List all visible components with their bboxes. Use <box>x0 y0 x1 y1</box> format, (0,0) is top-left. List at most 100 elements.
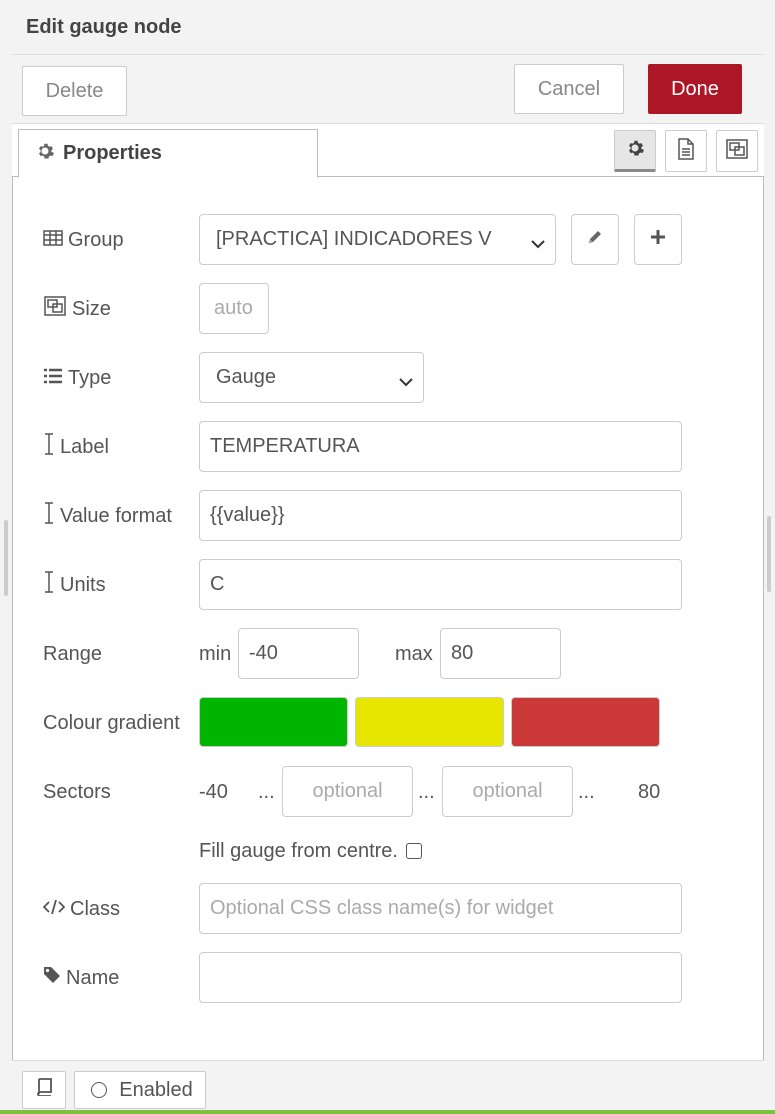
value-format-input-value: {{value}} <box>210 504 285 526</box>
object-group-icon <box>43 295 72 323</box>
group-label: Group <box>43 214 124 266</box>
type-select-value: Gauge <box>216 366 277 388</box>
colour-swatch-low[interactable] <box>199 697 348 747</box>
class-label: Class <box>42 883 121 935</box>
type-label-text: Type <box>68 366 112 389</box>
enabled-toggle[interactable]: Enabled <box>74 1071 206 1109</box>
enabled-label: Enabled <box>119 1078 193 1101</box>
document-icon <box>677 137 695 165</box>
sectors-sep-3: ... <box>578 780 595 803</box>
units-label: Units <box>43 559 106 611</box>
fill-centre-row: Fill gauge from centre. <box>43 826 723 876</box>
i-cursor-icon <box>43 433 60 461</box>
tab-properties[interactable]: Properties <box>18 129 318 178</box>
fill-centre-wrapper: Fill gauge from centre. <box>199 826 422 876</box>
colour-gradient-row: Colour gradient <box>43 697 723 749</box>
type-select[interactable]: Gauge <box>199 352 424 403</box>
node-properties-tab-button[interactable] <box>614 130 656 172</box>
book-icon <box>35 1078 53 1102</box>
size-value: auto <box>214 297 253 319</box>
group-label-text: Group <box>68 228 124 251</box>
sector-2-input[interactable]: optional <box>442 766 573 817</box>
sector-1-input[interactable]: optional <box>282 766 413 817</box>
name-label: Name <box>43 952 119 1004</box>
group-row: Group [PRACTICA] INDICADORES V <box>43 214 723 266</box>
size-button[interactable]: auto <box>199 283 269 334</box>
node-description-tab-button[interactable] <box>665 130 707 172</box>
size-row: Size auto <box>43 283 723 335</box>
group-select[interactable]: [PRACTICA] INDICADORES V <box>199 214 556 265</box>
range-row: Range min -40 max 80 <box>43 628 723 680</box>
list-icon <box>43 367 68 390</box>
range-min-value: -40 <box>249 642 278 664</box>
fill-centre-label: Fill gauge from centre. <box>199 839 398 862</box>
range-min-label: min <box>199 642 232 665</box>
units-input-value: C <box>210 573 225 595</box>
units-input[interactable]: C <box>199 559 682 610</box>
value-format-row: Value format {{value}} <box>43 490 723 542</box>
sector-1-placeholder: optional <box>312 780 383 802</box>
sectors-sep-1: ... <box>258 780 275 803</box>
colour-gradient-label: Colour gradient <box>43 711 180 734</box>
tray-title: Edit gauge node <box>26 16 182 38</box>
object-group-icon <box>725 138 749 165</box>
name-row: Name <box>43 952 723 1004</box>
type-label: Type <box>43 352 111 404</box>
tab-bar: Properties <box>12 124 764 178</box>
label-input[interactable]: TEMPERATURA <box>199 421 682 472</box>
sectors-row: Sectors -40 ... optional ... optional ..… <box>43 766 723 818</box>
range-label: Range <box>43 642 102 665</box>
cancel-button[interactable]: Cancel <box>514 64 624 114</box>
units-label-text: Units <box>60 573 106 596</box>
table-icon <box>43 229 68 252</box>
group-select-value: [PRACTICA] INDICADORES V <box>216 228 492 250</box>
edit-group-button[interactable] <box>571 214 619 265</box>
tray-toolbar: Delete Cancel Done <box>12 55 764 124</box>
node-appearance-tab-button[interactable] <box>716 130 758 172</box>
status-bar-line <box>0 1110 775 1114</box>
done-button[interactable]: Done <box>648 64 742 114</box>
add-group-button[interactable] <box>634 214 682 265</box>
sector-2-placeholder: optional <box>472 780 543 802</box>
value-format-label: Value format <box>43 490 172 542</box>
delete-button[interactable]: Delete <box>22 66 127 116</box>
chevron-down-icon <box>531 232 545 255</box>
units-row: Units C <box>43 559 723 611</box>
value-format-input[interactable]: {{value}} <box>199 490 682 541</box>
colour-swatch-mid[interactable] <box>355 697 504 747</box>
fill-centre-checkbox[interactable] <box>405 843 422 859</box>
tab-properties-label: Properties <box>63 142 162 164</box>
class-input-placeholder: Optional CSS class name(s) for widget <box>210 897 554 919</box>
chevron-down-icon <box>399 370 413 393</box>
size-label: Size <box>43 283 111 335</box>
range-max-input[interactable]: 80 <box>440 628 561 679</box>
label-label-text: Label <box>60 435 109 458</box>
range-min-input[interactable]: -40 <box>238 628 359 679</box>
i-cursor-icon <box>43 502 60 530</box>
help-button[interactable] <box>22 1071 66 1109</box>
name-label-text: Name <box>66 966 120 989</box>
tray-footer: Enabled <box>12 1060 764 1114</box>
pencil-icon <box>586 228 604 251</box>
label-label: Label <box>43 421 109 473</box>
name-input[interactable] <box>199 952 682 1003</box>
plus-icon <box>650 229 666 250</box>
scrollbar-left[interactable] <box>4 520 8 596</box>
gear-icon <box>625 138 645 163</box>
gear-icon <box>35 141 55 166</box>
value-format-label-text: Value format <box>60 504 172 527</box>
class-row: Class Optional CSS class name(s) for wid… <box>42 883 723 935</box>
range-max-value: 80 <box>451 642 474 664</box>
sectors-label: Sectors <box>43 780 111 803</box>
sectors-end: 80 <box>638 780 661 803</box>
size-label-text: Size <box>72 297 111 320</box>
sectors-sep-2: ... <box>418 780 435 803</box>
colour-swatch-high[interactable] <box>511 697 660 747</box>
range-max-label: max <box>395 642 433 665</box>
class-label-text: Class <box>70 897 121 920</box>
scrollbar-right[interactable] <box>767 516 771 592</box>
label-input-value: TEMPERATURA <box>210 435 360 457</box>
tray-header: Edit gauge node <box>12 0 764 55</box>
class-input[interactable]: Optional CSS class name(s) for widget <box>199 883 682 934</box>
i-cursor-icon <box>43 571 60 599</box>
